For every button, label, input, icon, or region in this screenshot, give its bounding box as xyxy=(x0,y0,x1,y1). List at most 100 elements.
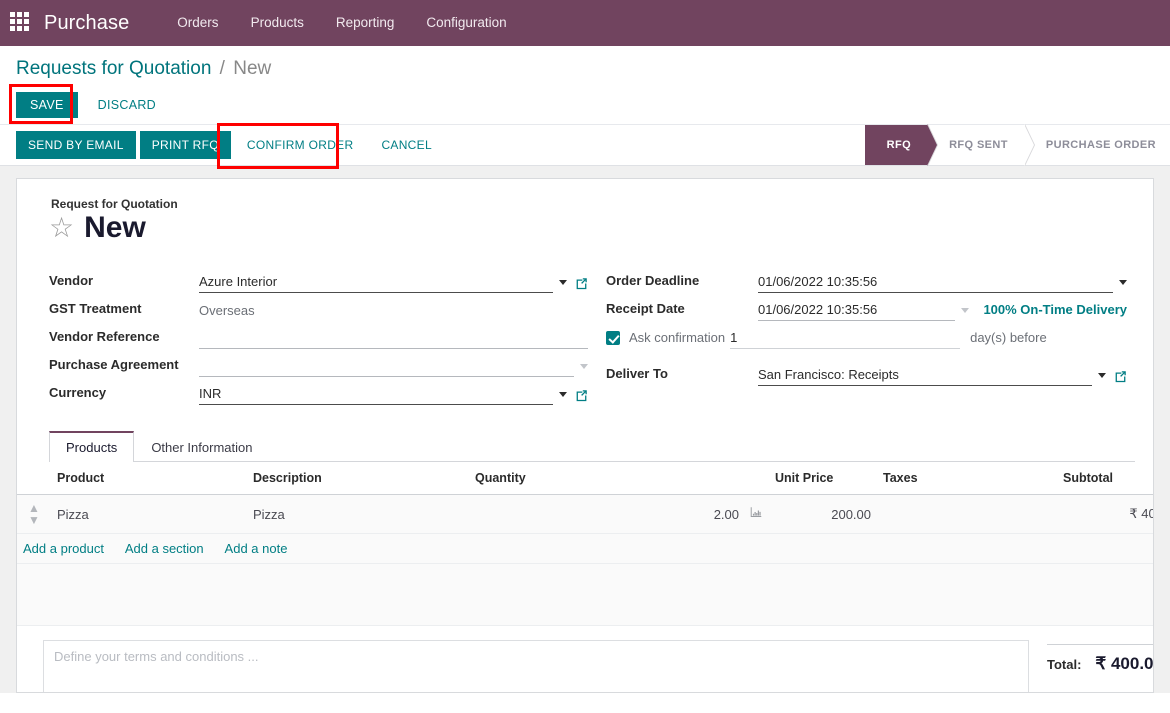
cell-subtotal: ₹ 400.00 xyxy=(1057,494,1153,534)
drag-handle-icon[interactable]: ▲ ▼ xyxy=(23,502,45,526)
field-row-gst-treatment: GST Treatment Overseas xyxy=(49,293,588,321)
add-a-section-link[interactable]: Add a section xyxy=(125,541,204,556)
receipt-date-dropdown-caret[interactable] xyxy=(961,308,970,313)
tab-other-information[interactable]: Other Information xyxy=(134,431,269,462)
apps-grid-icon[interactable] xyxy=(10,12,32,34)
receipt-date-label: Receipt Date xyxy=(606,301,685,316)
purchase-agreement-dropdown-caret[interactable] xyxy=(580,364,588,369)
record-title-row: ☆ New xyxy=(49,213,1135,243)
field-row-deliver-to: Deliver To xyxy=(606,358,1127,386)
purchase-agreement-label: Purchase Agreement xyxy=(49,357,179,372)
currency-external-link-icon[interactable] xyxy=(575,389,588,402)
cancel-button[interactable]: CANCEL xyxy=(369,131,444,159)
add-links-cell: Add a product Add a section Add a note xyxy=(17,533,1153,564)
cell-description[interactable]: Pizza xyxy=(247,494,469,534)
page-title: New xyxy=(84,211,146,244)
column-header-taxes[interactable]: Taxes xyxy=(877,462,1057,495)
currency-label: Currency xyxy=(49,385,107,400)
vendor-external-link-icon[interactable] xyxy=(575,277,588,290)
column-header-product[interactable]: Product xyxy=(51,462,247,495)
stage-rfq[interactable]: RFQ xyxy=(864,124,939,166)
page-background: Request for Quotation ☆ New Vendor Azure… xyxy=(0,166,1170,693)
deliver-to-label: Deliver To xyxy=(606,366,668,381)
cell-taxes[interactable] xyxy=(877,494,1057,534)
column-header-subtotal[interactable]: Subtotal xyxy=(1057,462,1153,495)
breadcrumb-current: New xyxy=(233,58,272,79)
vendor-reference-label: Vendor Reference xyxy=(49,329,160,344)
gst-treatment-value: Overseas xyxy=(199,303,255,318)
send-by-email-button[interactable]: SEND BY EMAIL xyxy=(16,131,136,159)
vendor-label: Vendor xyxy=(49,273,94,288)
ask-confirmation-checkbox[interactable] xyxy=(606,331,620,345)
field-row-receipt-date: Receipt Date 100% On-Time Delivery xyxy=(606,293,1127,321)
tab-other-information-label: Other Information xyxy=(151,440,253,455)
cell-unit-price[interactable]: 200.00 xyxy=(769,494,877,534)
order-deadline-label: Order Deadline xyxy=(606,273,700,288)
column-header-description[interactable]: Description xyxy=(247,462,469,495)
form-column-right: Order Deadline Receipt Date 100% On-Time… xyxy=(588,265,1127,405)
form-sheet: Request for Quotation ☆ New Vendor Azure… xyxy=(16,178,1154,693)
discard-button[interactable]: DISCARD xyxy=(88,92,166,118)
vendor-input[interactable] xyxy=(199,272,553,293)
stage-pipeline: RFQ RFQ SENT PURCHASE ORDER xyxy=(864,124,1170,166)
stage-rfq-label: RFQ xyxy=(886,139,912,151)
deliver-to-dropdown-caret[interactable] xyxy=(1098,373,1106,378)
menu-item-products[interactable]: Products xyxy=(235,0,320,46)
cell-subtotal-value: ₹ 400.00 xyxy=(1129,506,1153,521)
action-statusbar: SEND BY EMAIL PRINT RFQ CONFIRM ORDER CA… xyxy=(0,123,1170,169)
forecast-chart-icon[interactable] xyxy=(749,506,763,522)
on-time-delivery-badge[interactable]: 100% On-Time Delivery xyxy=(969,302,1127,321)
menu-item-configuration[interactable]: Configuration xyxy=(410,0,522,46)
main-menu: Orders Products Reporting Configuration xyxy=(161,0,522,46)
confirm-order-button[interactable]: CONFIRM ORDER xyxy=(234,131,366,159)
add-a-product-link[interactable]: Add a product xyxy=(23,541,104,556)
purchase-agreement-input[interactable] xyxy=(199,356,574,377)
menu-item-orders[interactable]: Orders xyxy=(161,0,234,46)
field-row-vendor: Vendor xyxy=(49,265,588,293)
totals-block: Total: ₹ 400.00 xyxy=(1029,640,1153,692)
breadcrumb: Requests for Quotation / New xyxy=(0,46,1170,86)
breadcrumb-root-link[interactable]: Requests for Quotation xyxy=(16,58,211,79)
column-header-handle xyxy=(17,462,51,495)
menu-item-reporting[interactable]: Reporting xyxy=(320,0,411,46)
row-drag-handle-cell[interactable]: ▲ ▼ xyxy=(17,494,51,534)
favorite-star-icon[interactable]: ☆ xyxy=(49,214,74,242)
save-button[interactable]: SAVE xyxy=(16,92,78,118)
table-filler-cell xyxy=(17,563,1153,626)
stage-rfq-sent[interactable]: RFQ SENT xyxy=(927,124,1035,166)
stage-purchase-order-label: PURCHASE ORDER xyxy=(1045,139,1156,151)
stage-purchase-order[interactable]: PURCHASE ORDER xyxy=(1023,125,1170,165)
order-lines-table-wrapper: Product Description Quantity Unit Price … xyxy=(17,462,1153,626)
deliver-to-external-link-icon[interactable] xyxy=(1114,370,1127,383)
receipt-date-input[interactable] xyxy=(758,300,956,321)
currency-input[interactable] xyxy=(199,384,553,405)
table-header-row: Product Description Quantity Unit Price … xyxy=(17,462,1153,495)
vendor-reference-input[interactable] xyxy=(199,328,588,349)
main-form: Vendor GST Treatment Overseas xyxy=(35,265,1135,405)
cell-quantity[interactable]: 2.00 xyxy=(469,494,769,534)
ask-confirmation-days-input[interactable] xyxy=(730,328,961,349)
notebook-tabs: Products Other Information xyxy=(49,431,1135,462)
breadcrumb-separator: / xyxy=(219,58,225,79)
table-row[interactable]: ▲ ▼ Pizza Pizza 2.00 200.00 ₹ 4 xyxy=(17,494,1153,534)
tab-products[interactable]: Products xyxy=(49,431,135,462)
field-row-order-deadline: Order Deadline xyxy=(606,265,1127,293)
print-rfq-button[interactable]: PRINT RFQ xyxy=(139,131,231,159)
order-deadline-dropdown-caret[interactable] xyxy=(1119,280,1127,285)
ask-confirmation-row: Ask confirmation day(s) before xyxy=(606,328,1127,349)
column-header-quantity[interactable]: Quantity xyxy=(469,462,769,495)
app-brand-title: Purchase xyxy=(44,11,130,34)
vendor-dropdown-caret[interactable] xyxy=(559,280,567,285)
terms-and-conditions-input[interactable]: Define your terms and conditions ... xyxy=(43,640,1029,692)
deliver-to-input[interactable] xyxy=(758,365,1092,386)
order-lines-table: Product Description Quantity Unit Price … xyxy=(17,462,1153,626)
save-discard-bar: SAVE DISCARD xyxy=(0,86,1170,124)
add-links-row: Add a product Add a section Add a note xyxy=(17,533,1153,564)
add-a-note-link[interactable]: Add a note xyxy=(225,541,288,556)
table-filler-row xyxy=(17,563,1153,626)
cell-product[interactable]: Pizza xyxy=(51,494,247,534)
order-deadline-input[interactable] xyxy=(758,272,1113,293)
total-label: Total: xyxy=(1047,657,1082,672)
currency-dropdown-caret[interactable] xyxy=(559,392,567,397)
column-header-unit-price[interactable]: Unit Price xyxy=(769,462,877,495)
